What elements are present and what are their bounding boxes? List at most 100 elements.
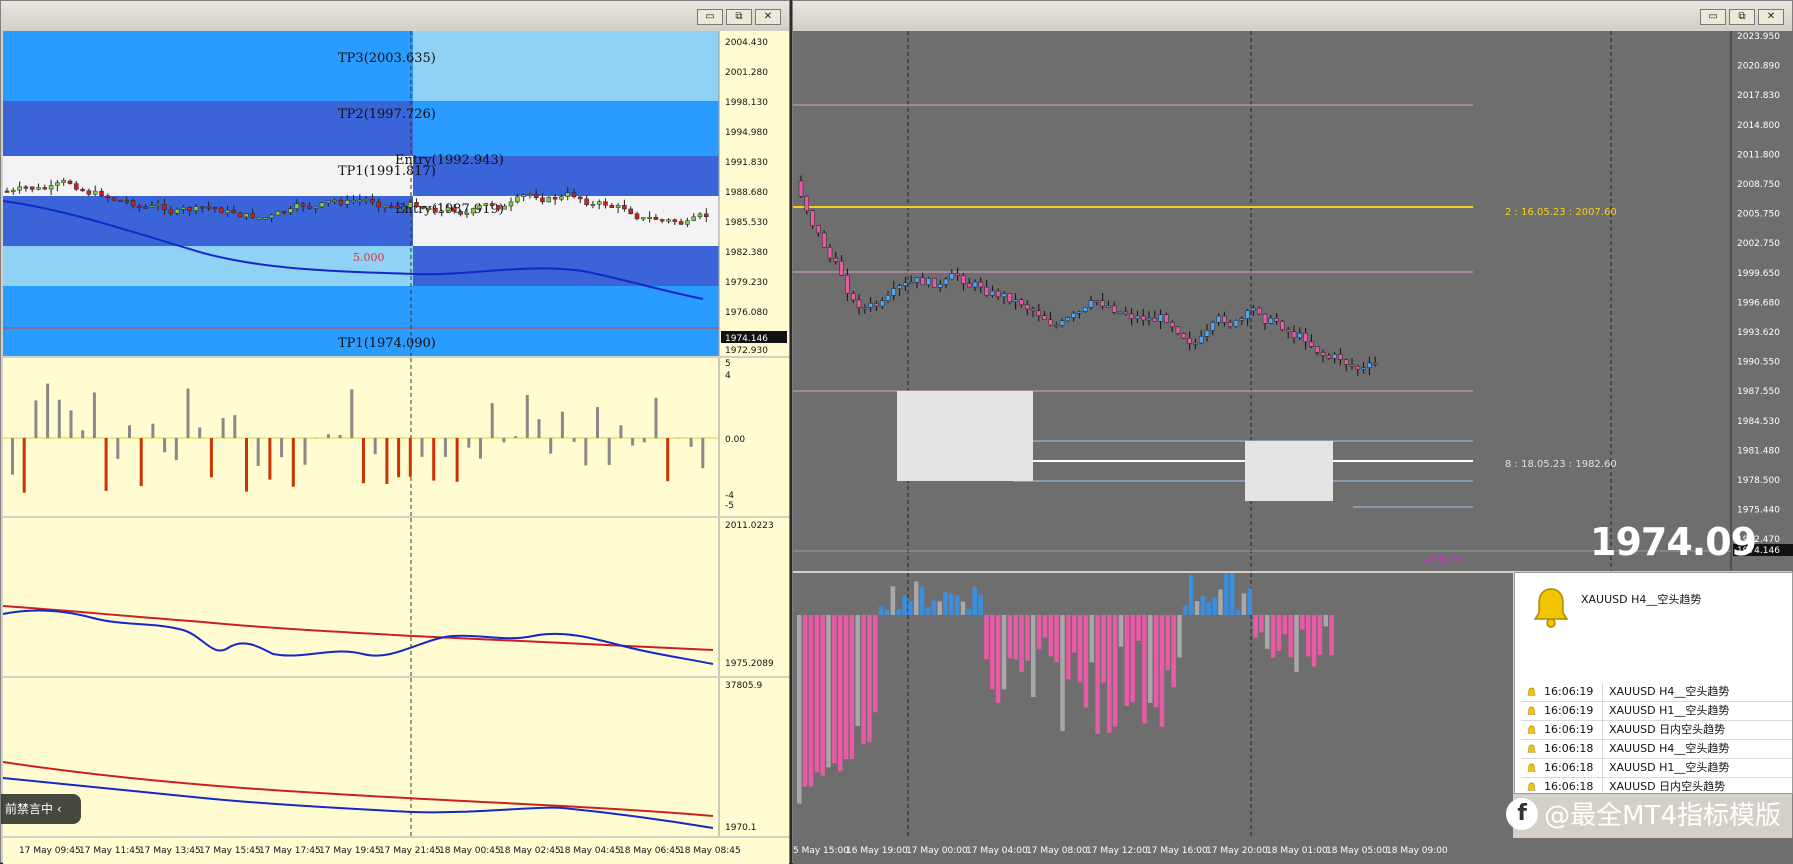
alert-panel[interactable]: XAUUSD H4__空头趋势 16:06:19XAUUSD H4__空头趋势1… bbox=[1514, 572, 1793, 794]
oscillator-bar bbox=[1306, 615, 1311, 656]
mute-notice[interactable]: 前禁言中 ‹ bbox=[1, 794, 81, 824]
candle-body bbox=[295, 204, 299, 209]
candle-body bbox=[874, 303, 878, 306]
price-tick: 1979.230 bbox=[725, 278, 768, 288]
alert-row[interactable]: 16:06:18XAUUSD H4__空头趋势 bbox=[1521, 740, 1792, 759]
oscillator-bar bbox=[943, 591, 948, 615]
candle-body bbox=[11, 190, 15, 192]
candle-body bbox=[967, 283, 971, 287]
oscillator-bar bbox=[932, 600, 937, 615]
oscillator-bar bbox=[838, 615, 843, 771]
candle-body bbox=[320, 203, 324, 207]
oscillator-bar bbox=[1259, 615, 1264, 632]
oscillator-bar bbox=[920, 587, 925, 615]
right-close-button[interactable]: ✕ bbox=[1758, 9, 1784, 25]
left-indicator-panel-2[interactable]: 2011.0223 1975.2089 bbox=[3, 518, 789, 676]
histogram-bar bbox=[268, 438, 271, 480]
price-tick: 1993.620 bbox=[1737, 328, 1780, 338]
candle-body bbox=[301, 204, 305, 206]
candle-body bbox=[1054, 325, 1058, 327]
right-window-titlebar[interactable]: ▭ ⧉ ✕ bbox=[793, 1, 1792, 29]
left-minimize-button[interactable]: ▭ bbox=[697, 9, 723, 25]
delta-label: -23.44 bbox=[1425, 553, 1464, 567]
price-tick: 2008.750 bbox=[1737, 180, 1780, 190]
candle-body bbox=[339, 200, 343, 204]
candle-body bbox=[43, 188, 47, 190]
right-price-chart[interactable]: 2 : 16.05.23 : 2007.60 8 : 18.05.23 : 19… bbox=[793, 31, 1793, 571]
candle-body bbox=[585, 199, 589, 205]
price-tick: 1976.080 bbox=[725, 308, 768, 318]
watermark-text: @最全MT4指标模版 bbox=[1544, 795, 1781, 832]
histogram-bar bbox=[479, 438, 482, 459]
alert-row[interactable]: 16:06:18XAUUSD H1__空头趋势 bbox=[1521, 759, 1792, 778]
oscillator-bar bbox=[1148, 615, 1153, 703]
left-close-button[interactable]: ✕ bbox=[755, 9, 781, 25]
candle-body bbox=[314, 207, 318, 209]
demand-zone bbox=[1245, 441, 1333, 501]
candle-body bbox=[921, 278, 925, 285]
histogram-bar bbox=[210, 438, 213, 477]
left-restore-button[interactable]: ⧉ bbox=[726, 9, 752, 25]
oscillator-bar bbox=[1271, 615, 1276, 658]
candle-body bbox=[1333, 354, 1337, 358]
left-price-chart[interactable]: TP3(2003.635) TP2(1997.726) Entry(1992.9… bbox=[3, 31, 789, 356]
time-tick: 17 May 20:00 bbox=[1206, 846, 1268, 856]
osc-tick: -4 bbox=[725, 491, 734, 501]
candle-body bbox=[851, 293, 855, 299]
right-minimize-button[interactable]: ▭ bbox=[1700, 9, 1726, 25]
histogram-bar bbox=[46, 384, 49, 438]
candle-body bbox=[213, 207, 217, 209]
oscillator-bar bbox=[1312, 615, 1317, 667]
candle-body bbox=[112, 198, 116, 200]
candle-body bbox=[49, 185, 53, 189]
candle-body bbox=[226, 210, 230, 213]
candle-body bbox=[459, 211, 463, 214]
candle-body bbox=[452, 208, 456, 212]
platform-logo-icon: f bbox=[1506, 798, 1538, 830]
oscillator-bar bbox=[1224, 574, 1229, 615]
chevron-left-icon[interactable]: ‹ bbox=[57, 802, 62, 816]
histogram-bar bbox=[690, 438, 693, 447]
candle-body bbox=[811, 211, 815, 226]
candle-body bbox=[956, 273, 960, 275]
candle-body bbox=[985, 287, 989, 295]
left-histogram-panel[interactable]: 5 4 0.00 -4 -5 bbox=[3, 358, 789, 516]
candle-body bbox=[641, 218, 645, 220]
right-restore-button[interactable]: ⧉ bbox=[1729, 9, 1755, 25]
oscillator-bar bbox=[803, 615, 808, 787]
alert-message: XAUUSD H1__空头趋势 bbox=[1603, 702, 1792, 720]
candle-body bbox=[1193, 343, 1197, 345]
candle-body bbox=[402, 207, 406, 209]
alert-row[interactable]: 16:06:19XAUUSD 日内空头趋势 bbox=[1521, 721, 1792, 740]
candle-body bbox=[840, 261, 844, 275]
oscillator-bar bbox=[820, 615, 825, 776]
oscillator-bar bbox=[1247, 588, 1252, 615]
histogram-bar bbox=[81, 430, 84, 438]
candle-body bbox=[604, 202, 608, 206]
alert-row[interactable]: 16:06:19XAUUSD H4__空头趋势 bbox=[1521, 683, 1792, 702]
candle-body bbox=[1037, 311, 1041, 316]
candle-body bbox=[1106, 306, 1110, 308]
left-indicator-panel-3[interactable]: 37805.9 1970.1 bbox=[3, 678, 789, 836]
alert-row[interactable]: 16:06:19XAUUSD H1__空头趋势 bbox=[1521, 702, 1792, 721]
candle-body bbox=[828, 247, 832, 258]
oscillator-bar bbox=[937, 601, 942, 615]
candle-body bbox=[1269, 318, 1273, 323]
candle-body bbox=[1315, 346, 1319, 352]
candle-body bbox=[679, 222, 683, 225]
histogram-bar bbox=[245, 438, 248, 492]
oscillator-bar bbox=[1294, 615, 1299, 672]
histogram-bar bbox=[573, 438, 576, 442]
time-tick: 17 May 12:00 bbox=[1086, 846, 1148, 856]
time-tick: 16 May 19:00 bbox=[846, 846, 908, 856]
oscillator-bar bbox=[879, 606, 884, 615]
oscillator-bar bbox=[1212, 597, 1217, 615]
histogram-bar bbox=[655, 398, 658, 438]
right-price-axis: 2023.9502020.8902017.8302014.8002011.800… bbox=[1737, 32, 1780, 545]
candle-body bbox=[496, 206, 500, 210]
left-window-titlebar[interactable]: ▭ ⧉ ✕ bbox=[1, 1, 789, 29]
candle-body bbox=[200, 207, 204, 209]
current-price-tag: 1974.146 bbox=[725, 334, 768, 344]
price-tick: 2020.890 bbox=[1737, 62, 1780, 72]
right-oscillator-panel[interactable] bbox=[793, 573, 1513, 838]
